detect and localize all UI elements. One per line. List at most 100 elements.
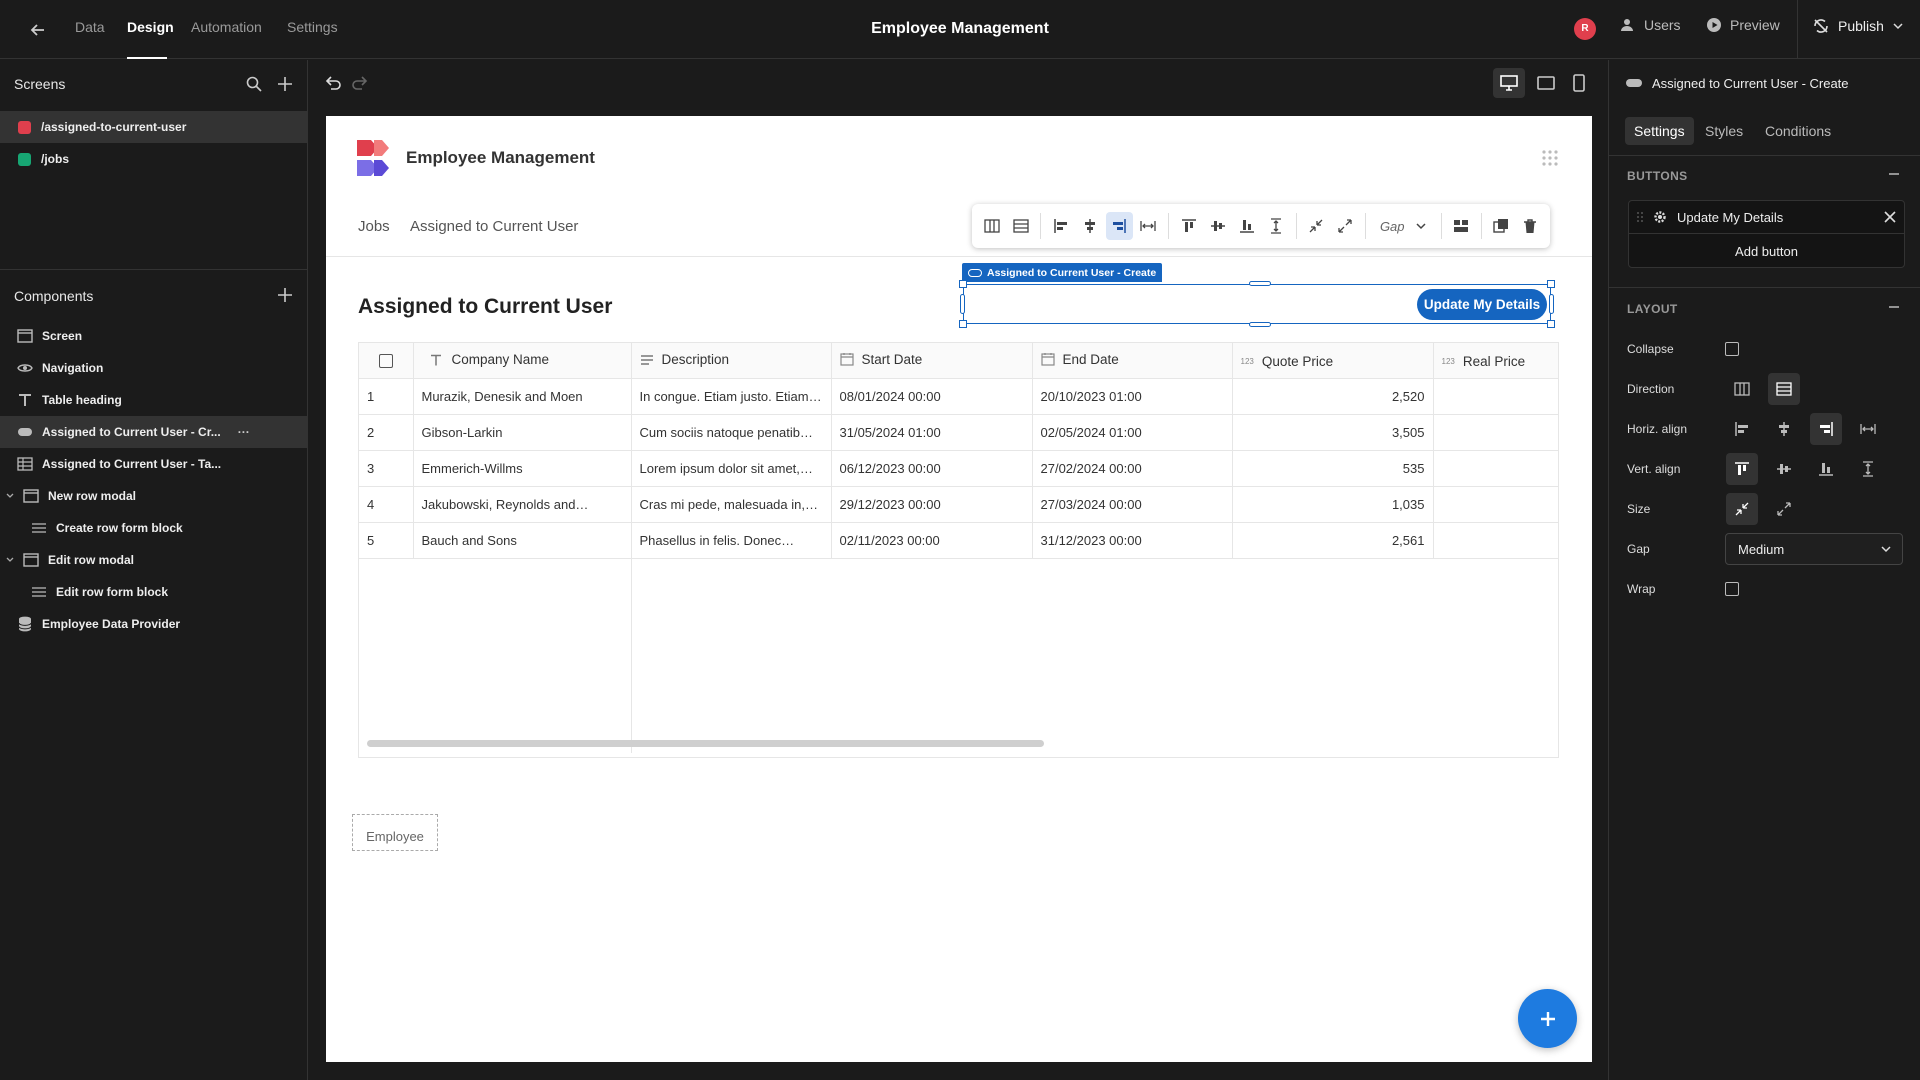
screen-item-jobs[interactable]: /jobs [0, 143, 308, 175]
collapse-checkbox[interactable] [1725, 342, 1739, 356]
drag-handle-icon[interactable] [1637, 211, 1643, 223]
table-row[interactable]: 3 Emmerich-Willms Lorem ipsum dolor sit am… [359, 450, 1558, 487]
component-label: Create row form block [56, 521, 183, 535]
add-fab-button[interactable] [1518, 989, 1577, 1048]
gear-icon[interactable] [1653, 210, 1667, 224]
valign-stretch-icon[interactable] [1852, 453, 1884, 485]
tab-settings-panel[interactable]: Settings [1625, 117, 1694, 145]
column-header-quote-price[interactable]: 123 Quote Price [1232, 343, 1434, 379]
chevron-down-icon[interactable] [6, 556, 14, 564]
tab-conditions[interactable]: Conditions [1756, 117, 1840, 145]
column-header-end-date[interactable]: End Date [1032, 343, 1233, 379]
layout-grid-icon[interactable] [1447, 212, 1474, 240]
layout-columns-icon[interactable] [978, 212, 1005, 240]
preview-button[interactable]: Preview [1706, 17, 1780, 33]
resize-handle[interactable] [960, 294, 965, 314]
desktop-view-icon[interactable] [1493, 68, 1525, 98]
resize-handle[interactable] [959, 320, 967, 328]
component-item-data-provider[interactable]: Employee Data Provider [0, 608, 308, 640]
shrink-icon[interactable] [1303, 212, 1330, 240]
gap-select[interactable]: Gap [1372, 219, 1435, 234]
grow-icon[interactable] [1332, 212, 1359, 240]
table-row[interactable]: 4 Jakubowski, Reynolds and… Cras mi pede, … [359, 486, 1558, 523]
component-item-edit-form[interactable]: Edit row form block [0, 576, 308, 608]
column-header-real-price[interactable]: 123 Real Price [1433, 343, 1558, 379]
align-center-icon[interactable] [1768, 413, 1800, 445]
delete-icon[interactable] [1517, 212, 1544, 240]
valign-bottom-icon[interactable] [1233, 212, 1260, 240]
direction-columns-icon[interactable] [1726, 373, 1758, 405]
screen-item-assigned[interactable]: /assigned-to-current-user [0, 111, 308, 143]
direction-rows-icon[interactable] [1768, 373, 1800, 405]
employee-placeholder[interactable]: Employee [352, 814, 438, 851]
grow-icon[interactable] [1768, 493, 1800, 525]
align-center-icon[interactable] [1076, 212, 1103, 240]
valign-stretch-icon[interactable] [1262, 212, 1289, 240]
resize-handle[interactable] [1547, 320, 1555, 328]
valign-middle-icon[interactable] [1204, 212, 1231, 240]
nav-link-jobs[interactable]: Jobs [358, 218, 390, 235]
users-button[interactable]: Users [1620, 17, 1681, 33]
horizontal-scrollbar[interactable] [367, 740, 1044, 747]
column-header-start-date[interactable]: Start Date [831, 343, 1033, 379]
align-right-icon[interactable] [1105, 212, 1133, 240]
chevron-down-icon[interactable] [6, 492, 14, 500]
resize-handle[interactable] [1249, 322, 1271, 327]
component-item-table[interactable]: Assigned to Current User - Ta... [0, 448, 308, 480]
collapse-section-icon[interactable] [1888, 168, 1900, 180]
table-cell: Murazik, Denesik and Moen [413, 378, 632, 415]
column-header-company[interactable]: Company Name [413, 343, 632, 379]
component-item-navigation[interactable]: Navigation [0, 352, 308, 384]
valign-middle-icon[interactable] [1768, 453, 1800, 485]
valign-top-icon[interactable] [1175, 212, 1202, 240]
align-right-icon[interactable] [1810, 413, 1842, 445]
close-icon[interactable] [1884, 211, 1896, 223]
search-icon[interactable] [245, 75, 263, 93]
mobile-view-icon[interactable] [1573, 74, 1585, 92]
wrap-checkbox[interactable] [1725, 582, 1739, 596]
component-item-create-button[interactable]: Assigned to Current User - Cr... ··· [0, 416, 308, 448]
more-options-icon[interactable]: ··· [238, 425, 250, 439]
align-stretch-icon[interactable] [1852, 413, 1884, 445]
tab-styles[interactable]: Styles [1696, 117, 1752, 145]
table-cell: 27/02/2024 00:00 [1032, 450, 1233, 487]
component-item-new-row-modal[interactable]: New row modal [0, 480, 308, 512]
layout-rows-icon[interactable] [1007, 212, 1034, 240]
resize-handle[interactable] [1547, 280, 1555, 288]
valign-bottom-icon[interactable] [1810, 453, 1842, 485]
tablet-view-icon[interactable] [1537, 75, 1555, 91]
duplicate-icon[interactable] [1488, 212, 1515, 240]
valign-top-icon[interactable] [1726, 453, 1758, 485]
button-list-item[interactable]: Update My Details [1629, 201, 1904, 234]
table-cell: 2,561 [1232, 522, 1434, 559]
resize-handle[interactable] [1249, 281, 1271, 286]
align-left-icon[interactable] [1726, 413, 1758, 445]
component-item-screen[interactable]: Screen [0, 320, 308, 352]
component-item-create-form[interactable]: Create row form block [0, 512, 308, 544]
update-my-details-button[interactable]: Update My Details [1417, 289, 1547, 320]
add-screen-icon[interactable] [276, 75, 294, 93]
active-tab-underline [127, 57, 167, 59]
add-button[interactable]: Add button [1629, 236, 1904, 267]
table-row[interactable]: 2 Gibson-Larkin Cum sociis natoque penatib… [359, 414, 1558, 451]
avatar[interactable]: R [1574, 18, 1596, 40]
grid-menu-icon[interactable] [1541, 149, 1559, 167]
align-stretch-icon[interactable] [1135, 212, 1162, 240]
table-row[interactable]: 5 Bauch and Sons Phasellus in felis. Donec… [359, 522, 1558, 559]
gap-dropdown[interactable]: Medium [1725, 533, 1903, 565]
shrink-icon[interactable] [1726, 493, 1758, 525]
nav-link-assigned[interactable]: Assigned to Current User [410, 218, 578, 235]
resize-handle[interactable] [959, 280, 967, 288]
table-cell: 02/11/2023 00:00 [831, 522, 1033, 559]
collapse-section-icon[interactable] [1888, 301, 1900, 313]
table-row[interactable]: 1 Murazik, Denesik and Moen In congue. Eti… [359, 378, 1558, 415]
resize-handle[interactable] [1549, 294, 1554, 314]
publish-button[interactable]: Publish [1812, 17, 1904, 35]
redo-icon[interactable] [351, 74, 369, 92]
add-component-icon[interactable] [276, 286, 294, 304]
undo-icon[interactable] [324, 74, 342, 92]
column-header-description[interactable]: Description [631, 343, 832, 379]
component-item-table-heading[interactable]: Table heading [0, 384, 308, 416]
align-left-icon[interactable] [1047, 212, 1074, 240]
component-item-edit-row-modal[interactable]: Edit row modal [0, 544, 308, 576]
